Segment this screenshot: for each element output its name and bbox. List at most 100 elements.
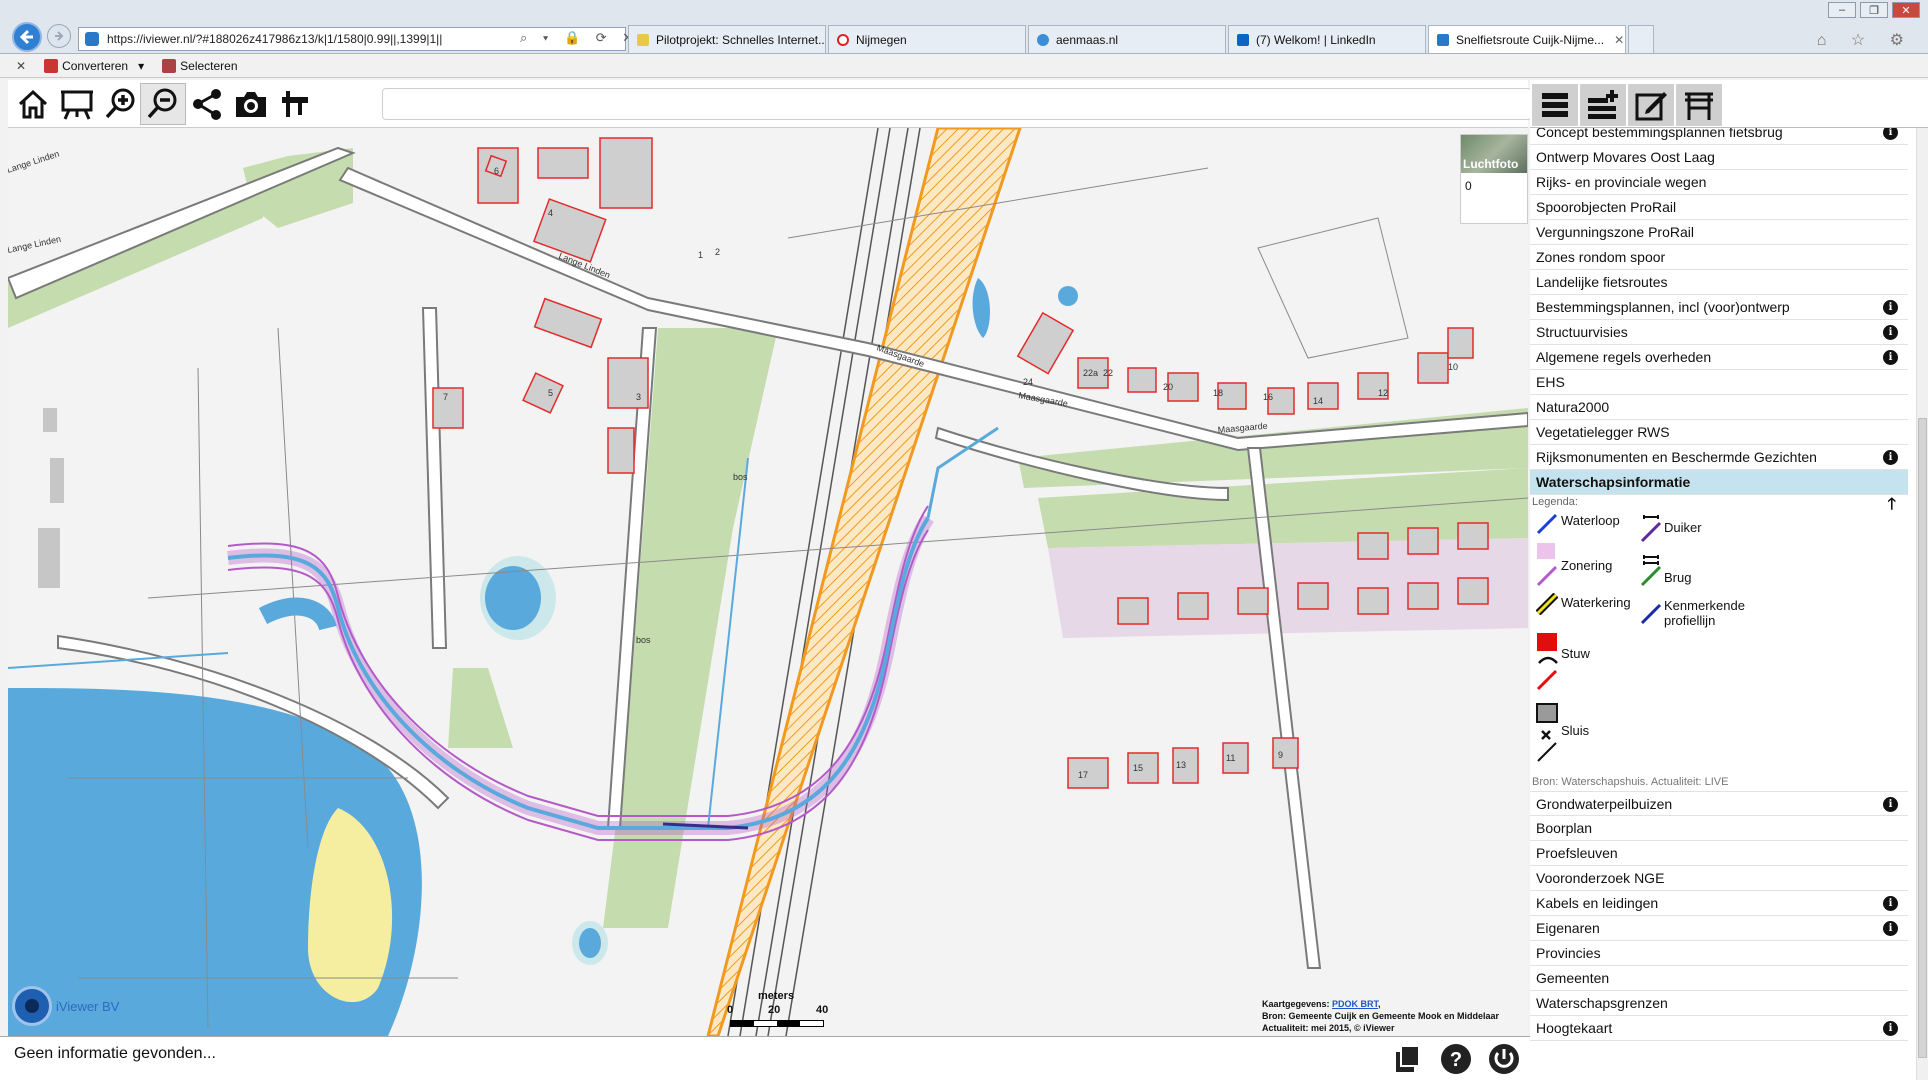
layer-item[interactable]: Vergunningszone ProRail [1530, 220, 1908, 245]
power-icon [1489, 1044, 1519, 1074]
tools-tab[interactable] [1676, 84, 1722, 126]
layer-item[interactable]: Vooronderzoek NGE [1530, 866, 1908, 891]
tab-favicon-icon [1437, 33, 1449, 46]
building [1127, 367, 1157, 393]
layer-item[interactable]: Gemeenten [1530, 966, 1908, 991]
forward-button[interactable] [47, 24, 71, 48]
info-icon[interactable]: i [1883, 797, 1898, 812]
screenshot-button[interactable] [228, 83, 274, 125]
info-icon[interactable]: i [1883, 921, 1898, 936]
info-icon[interactable]: i [1883, 1021, 1898, 1036]
edit-tab[interactable] [1628, 84, 1674, 126]
zoom-in-button[interactable] [98, 83, 144, 125]
legend-label: Waterkering [1561, 595, 1631, 610]
layer-item[interactable]: Eigenaren i [1530, 916, 1908, 941]
layer-item[interactable]: Grondwaterpeilbuizen i [1530, 791, 1908, 816]
new-tab-button[interactable] [1628, 25, 1654, 53]
layer-item[interactable]: Vegetatielegger RWS [1530, 420, 1908, 445]
layer-item[interactable]: Spoorobjecten ProRail [1530, 195, 1908, 220]
layer-item[interactable]: Landelijke fietsroutes [1530, 270, 1908, 295]
pdok-link[interactable]: PDOK BRT [1332, 999, 1378, 1009]
layer-item[interactable]: Hoogtekaart i [1530, 1016, 1908, 1041]
profiellijn-symbol-icon [1640, 603, 1662, 625]
aerial-photo-toggle[interactable]: Luchtfoto 0 [1460, 134, 1528, 224]
building [1457, 522, 1489, 550]
info-icon[interactable]: i [1883, 350, 1898, 365]
layer-item[interactable]: Rijks- en provinciale wegen [1530, 170, 1908, 195]
house-number: 4 [548, 208, 553, 218]
map-view[interactable]: Lange Linden Lange Linden Lange Linden M… [8, 128, 1528, 1036]
collapse-arrow-icon[interactable]: 🡑 [1888, 493, 1896, 520]
layer-item[interactable]: Structuurvisies i [1530, 320, 1908, 345]
info-icon[interactable]: i [1883, 128, 1898, 140]
back-button[interactable] [12, 22, 42, 52]
building [607, 357, 649, 409]
convert-menu[interactable]: Converteren ▾ [44, 58, 144, 73]
house-number: 1 [698, 250, 703, 260]
layer-item[interactable]: Natura2000 [1530, 395, 1908, 420]
layer-item[interactable]: Ontwerp Movares Oost Laag [1530, 145, 1908, 170]
layer-item[interactable]: Zones rondom spoor [1530, 245, 1908, 270]
select-button[interactable]: Selecteren [162, 58, 238, 73]
layer-item[interactable]: Algemene regels overheden i [1530, 345, 1908, 370]
measure-button[interactable] [272, 83, 318, 125]
browser-tab-active[interactable]: Snelfietsroute Cuijk-Nijme... ✕ [1428, 25, 1626, 53]
minimize-button[interactable]: – [1828, 2, 1856, 18]
building [1117, 597, 1149, 625]
logout-button[interactable] [1486, 1041, 1522, 1077]
layer-item[interactable]: EHS [1530, 370, 1908, 395]
layer-item[interactable]: Rijksmonumenten en Beschermde Gezichten i [1530, 445, 1908, 470]
info-icon[interactable]: i [1883, 896, 1898, 911]
info-icon[interactable]: i [1883, 325, 1898, 340]
document-icon [1396, 1045, 1420, 1072]
print-button[interactable] [1390, 1041, 1426, 1077]
pdf-icon [44, 58, 59, 73]
zoom-out-button[interactable] [140, 83, 186, 125]
layer-label: Vergunningszone ProRail [1536, 224, 1694, 240]
maximize-button[interactable]: ❐ [1860, 2, 1888, 18]
share-button[interactable] [184, 83, 230, 125]
help-button[interactable]: ? [1438, 1041, 1474, 1077]
map-canvas[interactable]: Lange Linden Lange Linden Lange Linden M… [8, 128, 1528, 1036]
browser-tab-1[interactable]: Pilotprojekt: Schnelles Internet... [628, 25, 826, 53]
browser-tab-2[interactable]: Nijmegen [828, 25, 1026, 53]
svg-text:?: ? [1450, 1049, 1462, 1071]
zoom-in-icon [105, 88, 135, 119]
search-input[interactable] [382, 88, 1532, 120]
layer-item[interactable]: Bestemmingsplannen, incl (voor)ontwerp i [1530, 295, 1908, 320]
layer-item[interactable]: Provincies [1530, 941, 1908, 966]
close-tab-icon[interactable]: ✕ [1614, 33, 1624, 47]
house-number: 15 [1133, 763, 1143, 773]
waterkering-symbol-icon [1536, 593, 1558, 615]
info-icon[interactable]: i [1883, 450, 1898, 465]
close-command-bar-icon[interactable]: ✕ [16, 59, 26, 73]
house-number: 24 [1023, 377, 1033, 387]
waterloop-symbol-icon [1536, 513, 1558, 535]
add-layer-tab[interactable] [1580, 84, 1626, 126]
browser-tab-3[interactable]: aenmaas.nl [1028, 25, 1226, 53]
layer-label: Gemeenten [1536, 970, 1610, 986]
layer-label: Natura2000 [1536, 399, 1610, 415]
browser-tools-icons[interactable]: ⌂ ☆ ⚙ [1817, 30, 1914, 50]
presentation-button[interactable] [54, 83, 100, 125]
home-button[interactable] [10, 83, 56, 125]
aerial-thumbnail: Luchtfoto [1461, 135, 1527, 173]
browser-tab-4[interactable]: (7) Welkom! | LinkedIn [1228, 25, 1426, 53]
map-credits: Kaartgegevens: PDOK BRT, Bron: Gemeente … [1262, 998, 1528, 1034]
scrollbar-thumb[interactable] [1918, 418, 1927, 1058]
info-icon[interactable]: i [1883, 300, 1898, 315]
address-actions[interactable]: ⌕ ▾ 🔒 ⟳ ✕ [520, 30, 639, 46]
layer-item[interactable]: Proefsleuven [1530, 841, 1908, 866]
layer-item[interactable]: Waterschapsgrenzen [1530, 991, 1908, 1016]
close-window-button[interactable]: ✕ [1892, 2, 1920, 18]
layer-item[interactable]: Concept bestemmingsplannen fietsbrug i [1530, 128, 1908, 145]
measure-icon [282, 91, 308, 117]
panel-scrollbar[interactable] [1916, 128, 1928, 1080]
layers-tab[interactable] [1532, 84, 1578, 126]
layer-item[interactable]: Boorplan [1530, 816, 1908, 841]
legend: Legenda: 🡑 Waterloop Duiker Zonering Bru… [1530, 491, 1908, 791]
layer-label: Vooronderzoek NGE [1536, 870, 1665, 886]
layer-item[interactable]: Kabels en leidingen i [1530, 891, 1908, 916]
iviewer-logo[interactable]: iViewer BV [12, 986, 119, 1026]
credits-source: Bron: Gemeente Cuijk en Gemeente Mook en… [1262, 1011, 1500, 1021]
